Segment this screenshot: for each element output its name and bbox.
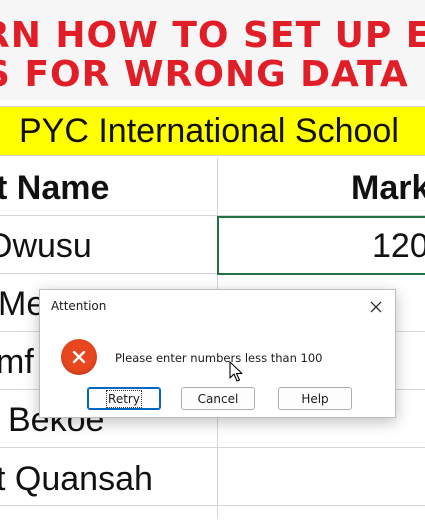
tutorial-banner: RN HOW TO SET UP ER S FOR WRONG DATA E <box>0 0 425 100</box>
attention-dialog: Attention Please enter numbers less than… <box>39 289 396 418</box>
dialog-message: Please enter numbers less than 100 <box>115 351 323 365</box>
close-button[interactable] <box>363 294 389 320</box>
retry-button-label: Retry <box>106 389 142 408</box>
school-title: PYC International School <box>19 112 399 150</box>
title-cell[interactable]: PYC International School <box>0 106 425 156</box>
banner-line-2: S FOR WRONG DATA E <box>0 54 425 95</box>
student-name-cell: t Quansah <box>0 460 153 498</box>
student-name-cell: Owusu <box>0 227 92 265</box>
help-button[interactable]: Help <box>278 387 352 410</box>
error-icon <box>61 339 97 375</box>
retry-button[interactable]: Retry <box>87 387 161 410</box>
cancel-button[interactable]: Cancel <box>181 387 255 410</box>
header-row[interactable]: t Name Mark <box>0 158 425 216</box>
help-button-label: Help <box>301 391 329 406</box>
active-cell-border <box>217 216 425 275</box>
marks-header: Mark <box>351 169 425 207</box>
student-name-cell: mf <box>0 343 34 381</box>
dialog-titlebar[interactable]: Attention <box>40 290 395 324</box>
error-x-glyph <box>72 350 86 364</box>
close-icon <box>370 301 382 313</box>
cancel-button-label: Cancel <box>197 391 239 406</box>
table-row[interactable]: t Quansah <box>0 448 425 506</box>
mouse-cursor-icon <box>229 361 243 382</box>
screenshot: RN HOW TO SET UP ER S FOR WRONG DATA E P… <box>0 0 425 520</box>
dialog-title: Attention <box>51 299 107 313</box>
student-name-header: t Name <box>0 169 110 207</box>
banner-line-1: RN HOW TO SET UP ER <box>0 15 425 56</box>
